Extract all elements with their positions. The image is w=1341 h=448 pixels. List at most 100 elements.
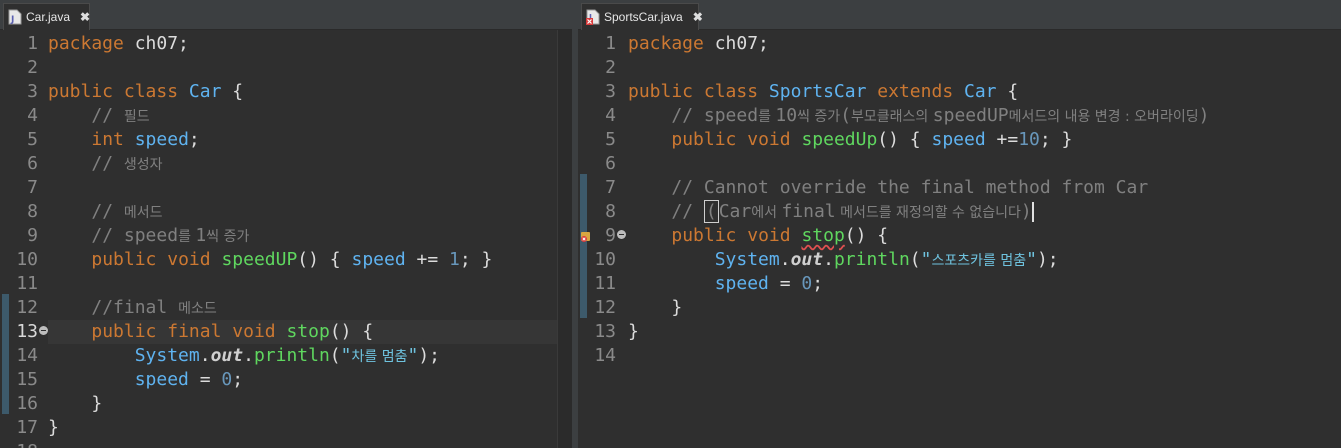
code-line[interactable]: } xyxy=(48,416,558,440)
code-token: += xyxy=(985,129,1019,150)
code-line[interactable]: // Cannot override the final method from… xyxy=(628,176,1341,200)
line-number: 5 xyxy=(605,129,616,150)
code-line[interactable]: speed = 0; xyxy=(628,272,1341,296)
line-number: 10 xyxy=(594,249,616,270)
code-token: () { xyxy=(297,249,352,270)
line-number: 6 xyxy=(27,153,38,174)
code-line[interactable]: speed = 0; xyxy=(48,368,558,392)
code-line[interactable]: } xyxy=(628,320,1341,344)
close-icon[interactable]: ✖ xyxy=(80,10,90,24)
editor-window: J Car.java ✖ 123456789101112131415161718… xyxy=(0,0,1341,448)
line-number: 9 xyxy=(605,225,616,246)
code-token: public xyxy=(91,249,157,270)
tab-bar: J SportsCar.java ✖ xyxy=(578,0,1341,30)
code-token: = xyxy=(768,273,802,294)
fold-collapse-icon[interactable] xyxy=(39,326,48,335)
tab-sportscar-java[interactable]: J SportsCar.java ✖ xyxy=(581,3,703,30)
code-line[interactable] xyxy=(48,176,558,200)
code-line[interactable]: public void stop() { xyxy=(628,224,1341,248)
code-token: } xyxy=(48,393,103,414)
code-token: System xyxy=(134,345,200,366)
code-token: " xyxy=(340,345,352,366)
code-token: speed xyxy=(351,249,406,270)
code-line[interactable] xyxy=(48,440,558,448)
code-line[interactable]: public class SportsCar extends Car { xyxy=(628,80,1341,104)
code-line[interactable]: public void speedUP() { speed += 1; } xyxy=(48,248,558,272)
code-token: 1 xyxy=(449,249,460,270)
code-line[interactable]: //final 메소드 xyxy=(48,296,558,320)
code-token: ); xyxy=(418,345,440,366)
close-icon[interactable]: ✖ xyxy=(693,10,703,24)
code-token: speedUP xyxy=(932,105,1009,126)
code-token: out xyxy=(790,249,824,270)
line-number: 11 xyxy=(594,273,616,294)
code-token: stop xyxy=(286,321,330,342)
code-line[interactable]: // speed를 1씩 증가 xyxy=(48,224,558,248)
code-token: 씩 증가 xyxy=(797,109,841,125)
code-token: final xyxy=(781,201,836,222)
line-number: 13 xyxy=(594,321,616,342)
code-line[interactable]: int speed; xyxy=(48,128,558,152)
code-line[interactable]: // speed를 10씩 증가(부모클래스의 speedUP메서드의 내용 변… xyxy=(628,104,1341,128)
code-line[interactable]: public final void stop() { xyxy=(48,320,558,344)
bracket-highlight: ( xyxy=(703,200,719,223)
code-area[interactable]: package ch07; public class SportsCar exte… xyxy=(628,30,1341,448)
code-line[interactable]: // 메서드 xyxy=(48,200,558,224)
code-line[interactable] xyxy=(628,56,1341,80)
code-line[interactable]: System.out.println("차를 멈춤"); xyxy=(48,344,558,368)
code-line[interactable]: package ch07; xyxy=(48,32,558,56)
tab-car-java[interactable]: J Car.java ✖ xyxy=(3,3,90,30)
code-token: speedUP xyxy=(221,249,298,270)
code-line[interactable] xyxy=(48,272,558,296)
line-number: 12 xyxy=(16,297,38,318)
code-line[interactable]: // (Car에서 final 메서드를 재정의할 수 없습니다) xyxy=(628,200,1341,224)
vertical-scrollbar[interactable] xyxy=(557,30,572,448)
code-token: ) xyxy=(1198,105,1210,126)
code-line[interactable]: // 생성자 xyxy=(48,152,558,176)
code-token: 를 xyxy=(178,229,196,245)
code-token: 0 xyxy=(221,369,233,390)
code-area[interactable]: package ch07; public class Car { // 필드 in… xyxy=(48,30,558,448)
line-number: 4 xyxy=(27,105,38,126)
code-token: class xyxy=(703,81,759,102)
line-number: 11 xyxy=(16,273,38,294)
code-token: // xyxy=(91,201,124,222)
code-token: class xyxy=(123,81,179,102)
code-token: public xyxy=(628,81,694,102)
code-token: } xyxy=(48,417,59,438)
code-token: " xyxy=(407,345,419,366)
code-token: Car xyxy=(964,81,997,102)
code-editor[interactable]: 123456789101112131415161718 package ch07… xyxy=(0,30,572,448)
code-line[interactable]: public class Car { xyxy=(48,80,558,104)
code-editor[interactable]: 1 2 3 4 5 6 7 8 9 10 11 12 13 14 package ch07; public … xyxy=(578,30,1341,448)
code-token: void xyxy=(747,225,791,246)
code-line[interactable]: System.out.println("스포츠카를 멈춤"); xyxy=(628,248,1341,272)
code-token: speed xyxy=(714,273,769,294)
code-token: ( xyxy=(909,249,921,270)
code-line[interactable] xyxy=(48,56,558,80)
code-token: 10 xyxy=(775,105,798,126)
code-line[interactable]: } xyxy=(628,296,1341,320)
code-line[interactable]: } xyxy=(48,392,558,416)
code-line[interactable]: package ch07; xyxy=(628,32,1341,56)
code-token: // xyxy=(91,105,124,126)
code-line[interactable] xyxy=(628,344,1341,368)
code-line[interactable]: // 필드 xyxy=(48,104,558,128)
code-line[interactable] xyxy=(628,152,1341,176)
code-token: { xyxy=(221,81,244,102)
code-line[interactable]: public void speedUp() { speed +=10; } xyxy=(628,128,1341,152)
code-token: println xyxy=(833,249,910,270)
fold-collapse-icon[interactable] xyxy=(617,230,626,239)
code-token: ) xyxy=(1020,201,1032,222)
